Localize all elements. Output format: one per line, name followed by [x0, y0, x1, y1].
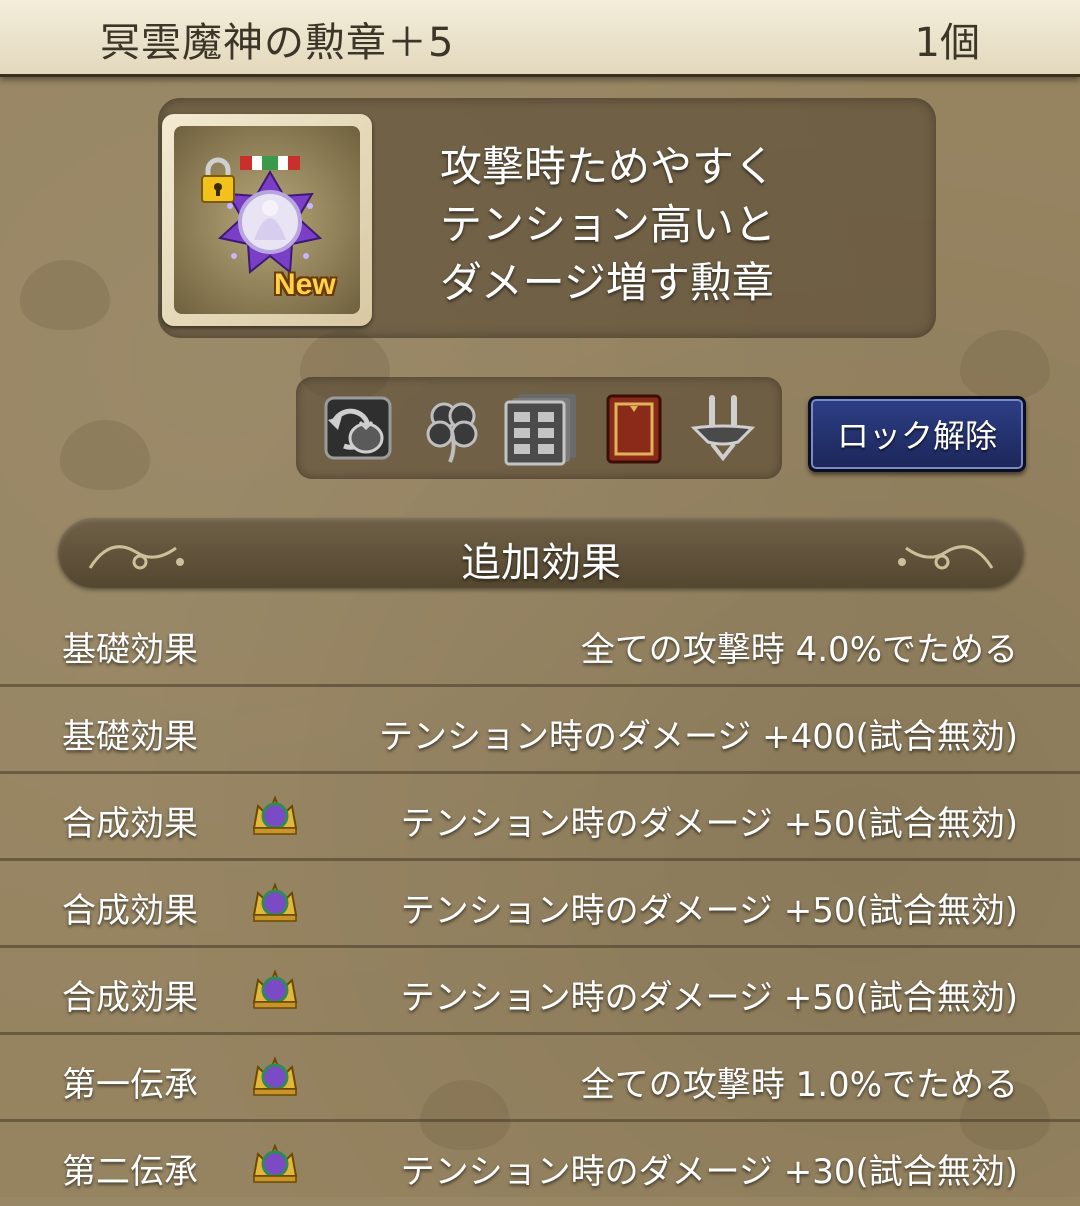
effect-row: 合成効果 テンション時のダメージ +50(試合無効) — [0, 861, 1080, 948]
item-header: 冥雲魔神の勲章＋5 1個 — [0, 0, 1080, 77]
effect-label: 第二伝承 — [62, 1152, 198, 1192]
crown-icon — [252, 969, 298, 1009]
description-line: 攻撃時ためやすく — [440, 142, 777, 191]
effect-value: テンション時のダメージ +30(試合無効) — [400, 1152, 1018, 1192]
effect-row: 第二伝承 テンション時のダメージ +30(試合無効) — [0, 1122, 1080, 1206]
effect-row: 基礎効果 全ての攻撃時 4.0%でためる — [0, 600, 1080, 687]
clover-icon[interactable] — [416, 392, 490, 466]
section-header: 追加効果 — [58, 518, 1024, 588]
effect-label: 合成効果 — [62, 978, 198, 1018]
crown-icon — [252, 1056, 298, 1096]
transfer-icon[interactable] — [686, 392, 760, 466]
medal-icon-background: New — [174, 126, 360, 314]
effect-list: 基礎効果 全ての攻撃時 4.0%でためる 基礎効果 テンション時のダメージ +4… — [0, 600, 1080, 1206]
effect-value: 全ての攻撃時 4.0%でためる — [580, 630, 1018, 670]
background-decoration — [20, 260, 110, 330]
section-title: 追加効果 — [461, 540, 621, 586]
effect-value: テンション時のダメージ +50(試合無効) — [400, 978, 1018, 1018]
new-badge: New — [274, 268, 336, 301]
effect-label: 基礎効果 — [62, 717, 198, 757]
effect-value: テンション時のダメージ +50(試合無効) — [400, 891, 1018, 931]
ornament-right-icon — [898, 545, 994, 570]
effect-label: 合成効果 — [62, 891, 198, 931]
effect-label: 基礎効果 — [62, 630, 198, 670]
effect-row: 合成効果 テンション時のダメージ +50(試合無効) — [0, 948, 1080, 1035]
background-decoration — [60, 420, 150, 490]
unlock-button[interactable]: ロック解除 — [808, 396, 1026, 472]
effect-value: 全ての攻撃時 1.0%でためる — [580, 1065, 1018, 1105]
effect-value: テンション時のダメージ +50(試合無効) — [400, 804, 1018, 844]
storage-drawer-icon[interactable] — [504, 392, 578, 466]
description-line: テンション高いと — [440, 200, 777, 249]
crown-icon — [252, 882, 298, 922]
lock-icon — [201, 157, 235, 203]
effect-label: 第一伝承 — [62, 1065, 198, 1105]
effect-row: 第一伝承 全ての攻撃時 1.0%でためる — [0, 1035, 1080, 1122]
item-title: 冥雲魔神の勲章＋5 — [100, 20, 455, 66]
item-icon-frame[interactable]: New — [162, 114, 372, 326]
effect-row: 合成効果 テンション時のダメージ +50(試合無効) — [0, 774, 1080, 861]
description-line: ダメージ増す勲章 — [440, 258, 774, 307]
sell-bag-icon[interactable] — [322, 392, 396, 466]
crown-icon — [252, 795, 298, 835]
item-count: 1個 — [914, 20, 980, 66]
crown-icon — [252, 1143, 298, 1183]
effect-label: 合成効果 — [62, 804, 198, 844]
item-description: 攻撃時ためやすく テンション高いと ダメージ増す勲章 — [440, 138, 900, 312]
background-decoration — [960, 330, 1050, 400]
book-icon[interactable] — [600, 392, 674, 466]
effect-value: テンション時のダメージ +400(試合無効) — [378, 717, 1018, 757]
effect-row: 基礎効果 テンション時のダメージ +400(試合無効) — [0, 687, 1080, 774]
